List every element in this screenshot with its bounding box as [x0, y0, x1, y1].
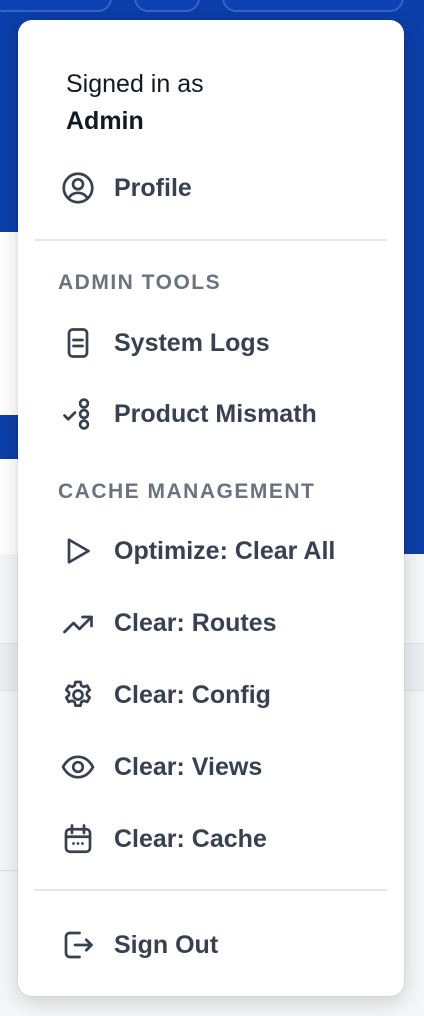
play-icon: [58, 531, 98, 571]
sign-out-menu-item[interactable]: Sign Out: [58, 923, 218, 967]
check-list-icon: [58, 394, 98, 434]
clear-routes-menu-item[interactable]: Clear: Routes: [58, 601, 277, 645]
calendar-icon: [58, 819, 98, 859]
header-pill: [222, 0, 404, 12]
document-icon: [58, 323, 98, 363]
signed-in-label: Signed in as: [66, 70, 204, 98]
product-mismatch-label: Product Mismath: [114, 399, 317, 428]
clear-views-menu-item[interactable]: Clear: Views: [58, 745, 262, 789]
system-logs-menu-item[interactable]: System Logs: [58, 321, 270, 365]
header-pill: [0, 0, 112, 12]
divider: [0, 870, 20, 871]
menu-divider: [34, 239, 387, 241]
page-blue-edge: [404, 232, 424, 554]
gear-icon: [58, 675, 98, 715]
eye-icon: [58, 747, 98, 787]
menu-divider: [34, 889, 387, 891]
optimize-clear-all-label: Optimize: Clear All: [114, 536, 336, 565]
cache-management-heading: CACHE MANAGEMENT: [58, 480, 316, 503]
system-logs-label: System Logs: [114, 328, 270, 357]
sign-out-icon: [58, 925, 98, 965]
optimize-clear-all-menu-item[interactable]: Optimize: Clear All: [58, 529, 335, 573]
page-blue-edge: [0, 415, 20, 459]
user-dropdown-menu: Signed in as Admin Profile ADMIN TOOLS S…: [18, 20, 404, 996]
clear-config-menu-item[interactable]: Clear: Config: [58, 673, 271, 717]
profile-label: Profile: [114, 173, 192, 202]
trending-up-icon: [58, 603, 98, 643]
clear-config-label: Clear: Config: [114, 680, 271, 709]
header-pill: [134, 0, 200, 12]
signed-in-username: Admin: [66, 107, 144, 135]
clear-views-label: Clear: Views: [114, 752, 263, 781]
clear-cache-label: Clear: Cache: [114, 824, 267, 853]
admin-tools-heading: ADMIN TOOLS: [58, 271, 222, 294]
product-mismatch-menu-item[interactable]: Product Mismath: [58, 392, 317, 436]
user-circle-icon: [58, 168, 98, 208]
clear-cache-menu-item[interactable]: Clear: Cache: [58, 817, 267, 861]
signed-in-block: Signed in as Admin: [66, 70, 204, 136]
sign-out-label: Sign Out: [114, 930, 219, 959]
profile-menu-item[interactable]: Profile: [58, 166, 192, 210]
clear-routes-label: Clear: Routes: [114, 608, 277, 637]
